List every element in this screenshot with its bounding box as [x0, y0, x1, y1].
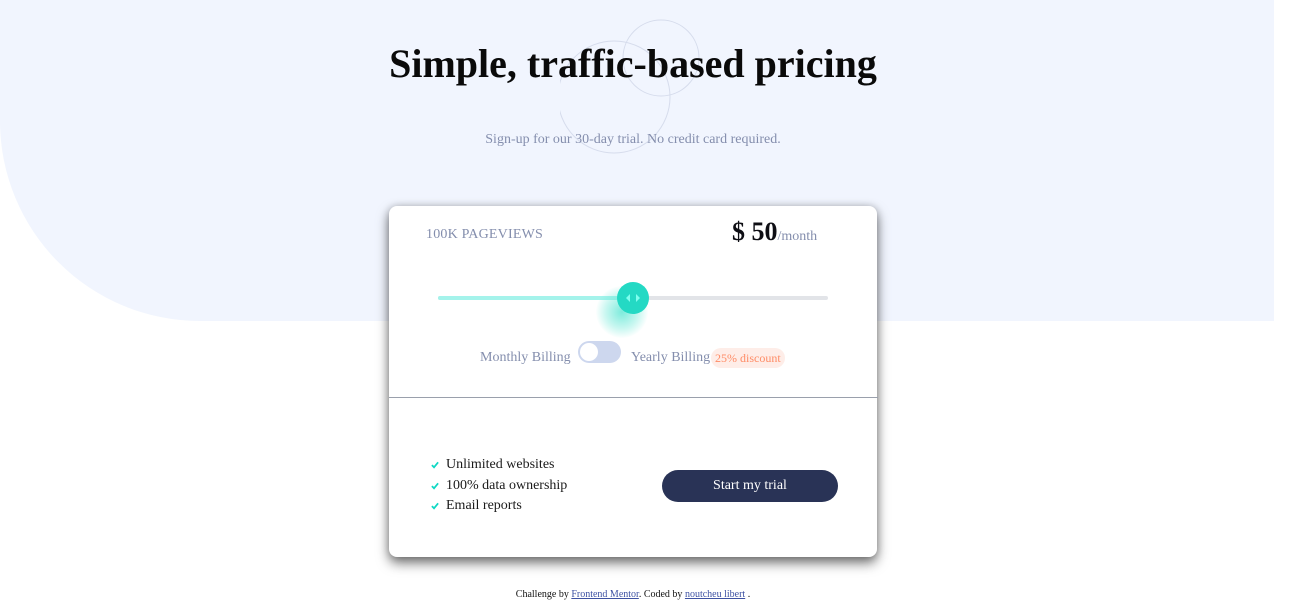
card-divider — [389, 397, 878, 398]
features-list: Unlimited websites 100% data ownership E… — [431, 455, 567, 517]
feature-label: Unlimited websites — [446, 457, 555, 473]
attribution-footer: Challenge by Frontend Mentor. Coded by n… — [0, 589, 1266, 600]
billing-toggle[interactable] — [578, 341, 621, 363]
frontend-mentor-link[interactable]: Frontend Mentor — [571, 589, 639, 600]
feature-label: 100% data ownership — [446, 477, 568, 493]
pricing-card: 100K PAGEVIEWS $ 50/month Monthly Billin… — [389, 206, 878, 557]
check-icon — [431, 503, 439, 510]
toggle-knob — [580, 343, 598, 361]
price-period: /month — [777, 229, 818, 244]
check-icon — [431, 482, 439, 490]
feature-item: 100% data ownership — [431, 476, 567, 497]
feature-label: Email reports — [446, 498, 522, 514]
price-amount: $ 50 — [732, 217, 778, 246]
slider-thumb[interactable] — [617, 282, 649, 314]
page-subtitle: Sign-up for our 30-day trial. No credit … — [485, 132, 781, 147]
feature-item: Email reports — [431, 496, 567, 517]
arrows-left-right-icon — [626, 294, 640, 302]
author-link[interactable]: noutcheu libert — [685, 589, 745, 600]
feature-item: Unlimited websites — [431, 455, 567, 476]
footer-prefix: Challenge by — [515, 589, 569, 600]
footer-middle: . Coded by — [638, 589, 683, 600]
yearly-billing-label: Yearly Billing — [631, 350, 711, 365]
price-display: $ 50/month — [732, 217, 817, 247]
monthly-billing-label: Monthly Billing — [480, 350, 571, 365]
footer-suffix: . — [747, 589, 751, 600]
start-trial-button[interactable]: Start my trial — [662, 470, 838, 502]
pageviews-label: 100K PAGEVIEWS — [426, 227, 544, 242]
discount-badge: 25% discount — [711, 348, 785, 368]
page-title: Simple, traffic-based pricing — [389, 41, 877, 86]
check-icon — [431, 462, 439, 469]
